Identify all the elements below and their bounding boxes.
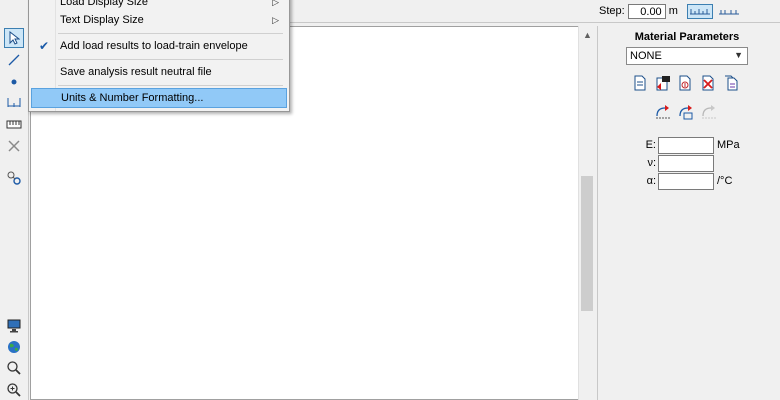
scroll-thumb[interactable] (581, 176, 593, 311)
field-row-e: E: MPa (638, 136, 740, 154)
field-row-nu: ν: (638, 154, 740, 172)
step-label: Step: (599, 5, 625, 17)
ruler-snap-icon[interactable] (686, 3, 713, 19)
link-icon[interactable] (4, 168, 24, 188)
vertical-scrollbar[interactable]: ▲ (578, 26, 595, 400)
chevron-down-icon: ▼ (734, 50, 743, 60)
material-select[interactable]: NONE ▼ (626, 47, 748, 65)
field-unit: MPa (717, 139, 740, 151)
assign-all-material-icon[interactable] (678, 104, 694, 120)
ruler-icon[interactable] (4, 114, 24, 134)
menu-item-text-display-size[interactable]: Text Display Size ▷ (31, 10, 287, 30)
monitor-icon[interactable] (4, 315, 24, 335)
new-material-icon[interactable] (632, 75, 648, 91)
left-toolbar (0, 22, 29, 400)
menu-separator (58, 59, 283, 60)
step-input[interactable]: 0.00 (627, 3, 666, 19)
material-panel: Material Parameters NONE ▼ E: MPa ν: α: … (597, 26, 780, 400)
menu-separator (58, 85, 283, 86)
menu-item-save-neutral-file[interactable]: Save analysis result neutral file (31, 62, 287, 82)
delete-material-icon[interactable] (701, 75, 717, 91)
menu-item-label: Add load results to load-train envelope (60, 40, 248, 52)
checkmark-icon: ✔ (39, 39, 50, 53)
menu-item-label: Load Display Size (60, 0, 149, 8)
delete-icon[interactable] (4, 136, 24, 156)
thermal-coeff-input[interactable] (658, 172, 714, 190)
field-label: α: (646, 175, 656, 187)
point-icon[interactable] (4, 72, 24, 92)
menu-item-units-formatting[interactable]: Units & Number Formatting... (31, 88, 287, 108)
field-unit: /°C (717, 175, 733, 187)
material-select-value: NONE (630, 50, 662, 62)
material-fields: E: MPa ν: α: /°C (638, 136, 740, 190)
modulus-input[interactable] (658, 136, 714, 154)
poisson-input[interactable] (658, 154, 714, 172)
field-label: ν: (647, 157, 656, 169)
menu-item-add-load-results[interactable]: ✔ Add load results to load-train envelop… (31, 36, 287, 56)
submenu-arrow-icon: ▷ (272, 0, 279, 7)
field-label: E: (645, 139, 656, 151)
options-menu: Load Display Size ▷ Text Display Size ▷ … (28, 0, 290, 112)
step-unit: m (668, 5, 678, 17)
material-panel-title: Material Parameters (634, 31, 740, 43)
menu-separator (58, 33, 283, 34)
field-row-alpha: α: /°C (638, 172, 740, 190)
globe-icon[interactable] (4, 337, 24, 357)
submenu-arrow-icon: ▷ (272, 14, 279, 25)
assign-material-icon[interactable] (655, 104, 671, 120)
remove-material-icon[interactable] (701, 104, 717, 120)
menu-item-label: Save analysis result neutral file (60, 66, 212, 78)
menu-item-label: Units & Number Formatting... (61, 92, 204, 104)
line-icon[interactable] (4, 50, 24, 70)
import-material-icon[interactable] (678, 75, 694, 91)
select-arrow-icon[interactable] (4, 28, 24, 48)
step-control: Step: 0.00 m (599, 3, 742, 19)
zoom-in-icon[interactable] (4, 380, 24, 400)
copy-material-icon[interactable] (724, 75, 740, 91)
save-material-icon[interactable] (655, 75, 671, 91)
dimension-icon[interactable] (4, 92, 24, 112)
ruler-free-icon[interactable] (716, 4, 742, 19)
menu-item-label: Text Display Size (60, 14, 144, 26)
zoom-icon[interactable] (4, 358, 24, 378)
scroll-up-icon[interactable]: ▲ (579, 26, 596, 43)
